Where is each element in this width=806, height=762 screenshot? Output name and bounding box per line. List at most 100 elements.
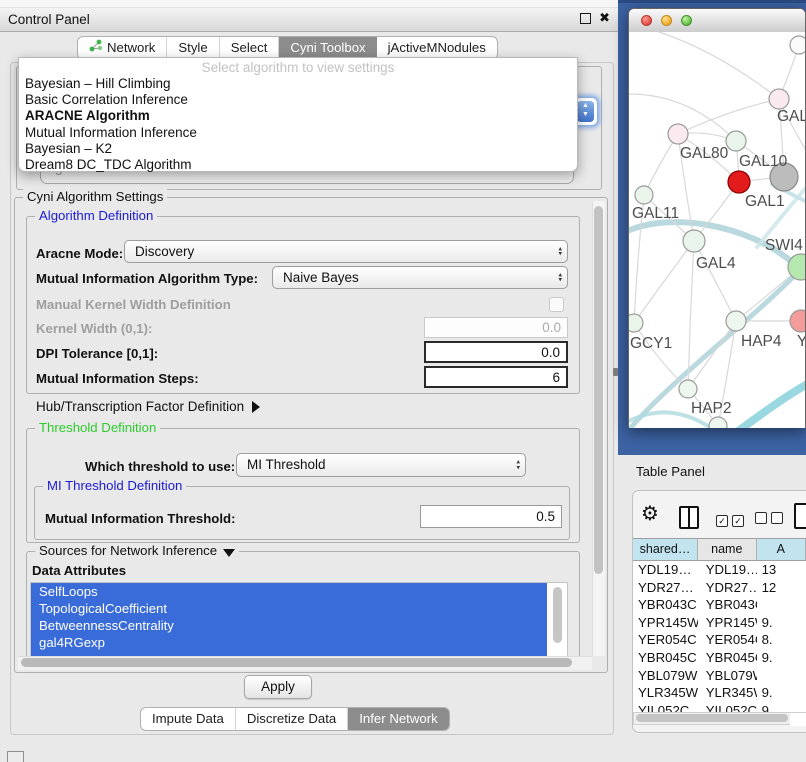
algorithm-option-dream8-dc-tdc-algorithm[interactable]: Dream8 DC_TDC Algorithm (19, 157, 577, 173)
node-gal11[interactable] (635, 186, 653, 204)
table-cell: 8. (757, 631, 806, 649)
bottom-tab-infer-network[interactable]: Infer Network (348, 708, 448, 730)
expand-right-icon (252, 401, 260, 413)
list-scrollbar[interactable] (553, 587, 562, 643)
new-table-icon[interactable] (794, 503, 806, 529)
node-hap4[interactable] (726, 311, 746, 331)
attribute-selfloops[interactable]: SelfLoops (31, 583, 547, 600)
select-all-checkboxes-icon[interactable]: ✓✓ (716, 512, 748, 527)
mi-threshold-field[interactable]: 0.5 (420, 505, 562, 528)
gear-icon[interactable]: ⚙ (641, 503, 659, 525)
node-y[interactable] (790, 310, 805, 332)
dpi-tolerance-field[interactable]: 0.0 (424, 341, 568, 363)
kernel-width-field[interactable]: 0.0 (424, 317, 568, 338)
tab-select[interactable]: Select (220, 37, 280, 59)
tab-cyni-toolbox[interactable]: Cyni Toolbox (279, 37, 376, 59)
manual-kernel-checkbox[interactable] (549, 297, 564, 312)
node-label-y: Y (797, 333, 805, 350)
table-cell: YDR27… (633, 579, 698, 597)
node-unlabeled[interactable] (790, 36, 805, 54)
table-row[interactable]: YBR045CYBR045C9. (633, 649, 806, 667)
table-row[interactable]: YBR043CYBR043C (633, 596, 806, 614)
algorithm-option-bayesian-k2[interactable]: Bayesian – K2 (19, 141, 577, 157)
close-icon[interactable]: ✖ (599, 12, 610, 24)
titlebar-buttons: ✖ (580, 12, 610, 24)
column-header-shared[interactable]: shared… (633, 539, 698, 560)
node-label-gcy1: GCY1 (630, 335, 672, 352)
algorithm-option-basic-correlation-inference[interactable]: Basic Correlation Inference (19, 92, 577, 108)
table-row[interactable]: YPR145WYPR145W9. (633, 614, 806, 632)
tab-style[interactable]: Style (167, 37, 219, 59)
table-cell: YPR145W (633, 614, 698, 632)
aracne-mode-combo[interactable]: Discovery ▴▾ (124, 240, 568, 263)
mi-steps-field[interactable]: 6 (424, 366, 568, 388)
attribute-betweennesscentrality[interactable]: BetweennessCentrality (31, 617, 547, 634)
hub-definition-expander[interactable]: Hub/Transcription Factor Definition (36, 399, 260, 414)
network-window-titlebar[interactable] (629, 9, 805, 33)
table-cell: 9. (757, 614, 806, 632)
table-cell: YBR043C (698, 596, 757, 614)
table-header-row: shared…nameA (633, 538, 806, 561)
node-label-gal80: GAL80 (680, 145, 729, 162)
table-cell: YPR145W (698, 614, 757, 632)
network-canvas[interactable]: GALGAL80GAL10GAL1GAL11GAL4SWI4HAP4YGCY1H… (629, 32, 805, 428)
settings-hscrollbar-thumb[interactable] (21, 658, 572, 667)
attribute-topologicalcoefficient[interactable]: TopologicalCoefficient (31, 600, 547, 617)
algorithm-option-bayesian-hill-climbing[interactable]: Bayesian – Hill Climbing (19, 76, 577, 92)
deselect-all-checkboxes-icon[interactable] (755, 512, 787, 527)
column-header-name[interactable]: name (698, 539, 756, 560)
table-cell: 9. (757, 684, 806, 702)
algorithm-dropdown-popup: Select algorithm to view settings Bayesi… (18, 57, 578, 172)
columns-icon[interactable] (679, 506, 699, 529)
table-row[interactable]: YER054CYER054C8. (633, 631, 806, 649)
combo-stepper-icon: ▲▼ (577, 101, 594, 122)
table-scrollbar-corner (790, 712, 806, 726)
node-gal4[interactable] (683, 230, 705, 252)
table-row[interactable]: YLR345WYLR345W9. (633, 684, 806, 702)
node-gal80[interactable] (668, 124, 688, 144)
which-threshold-combo[interactable]: MI Threshold ▴▾ (236, 453, 526, 477)
table-row[interactable]: YBL079WYBL079W (633, 667, 806, 685)
node-hap2[interactable] (679, 380, 697, 398)
kernel-width-label: Kernel Width (0,1): (36, 321, 152, 336)
mi-type-value: Naive Bayes (283, 270, 359, 285)
node-gal[interactable] (769, 89, 789, 109)
tab-network[interactable]: Network (78, 37, 167, 59)
minimize-traffic-light-icon[interactable] (661, 15, 672, 26)
table-cell: YDL19… (633, 561, 698, 579)
close-traffic-light-icon[interactable] (641, 15, 652, 26)
table-cell: 9. (757, 649, 806, 667)
data-attributes-list[interactable]: SelfLoopsTopologicalCoefficientBetweenne… (30, 582, 568, 658)
float-panel-icon[interactable] (7, 751, 24, 762)
tab-label: Network (107, 37, 155, 59)
mi-type-combo[interactable]: Naive Bayes ▴▾ (272, 266, 568, 289)
algorithm-definition-title: Algorithm Definition (35, 208, 157, 223)
which-threshold-label: Which threshold to use: (85, 459, 235, 474)
node-label-hap4: HAP4 (741, 333, 782, 350)
column-header-a[interactable]: A (757, 539, 806, 560)
attribute-gal4rgexp[interactable]: gal4RGexp (31, 634, 547, 651)
bottom-tab-impute-data[interactable]: Impute Data (141, 708, 236, 730)
apply-button[interactable]: Apply (244, 675, 312, 699)
node-gcy1[interactable] (629, 314, 643, 332)
node-gal10[interactable] (726, 131, 746, 151)
tab-label: Select (231, 37, 268, 59)
algorithm-option-mutual-information-inference[interactable]: Mutual Information Inference (19, 125, 577, 141)
bottom-tab-bar: Impute Data Discretize Data Infer Network (140, 707, 450, 731)
float-window-icon[interactable] (580, 13, 591, 24)
table-row[interactable]: YDL19…YDL19…13 (633, 561, 806, 579)
table-cell: YDL19… (698, 561, 757, 579)
node-gal1[interactable] (728, 171, 750, 193)
bottom-tab-discretize-data[interactable]: Discretize Data (236, 708, 348, 730)
tab-label: Discretize Data (247, 708, 336, 730)
network-icon (89, 37, 102, 59)
settings-vscrollbar-thumb[interactable] (594, 206, 603, 574)
tab-jactivemnodules[interactable]: jActiveMNodules (377, 37, 497, 59)
table-hscrollbar-thumb[interactable] (636, 714, 788, 722)
node-label-gal4: GAL4 (696, 255, 736, 272)
aracne-mode-label: Aracne Mode: (36, 246, 123, 261)
sources-group-title[interactable]: Sources for Network Inference (35, 543, 239, 558)
table-row[interactable]: YDR27…YDR27…12 (633, 579, 806, 597)
algorithm-option-aracne-algorithm[interactable]: ARACNE Algorithm (19, 108, 577, 124)
zoom-traffic-light-icon[interactable] (681, 15, 692, 26)
